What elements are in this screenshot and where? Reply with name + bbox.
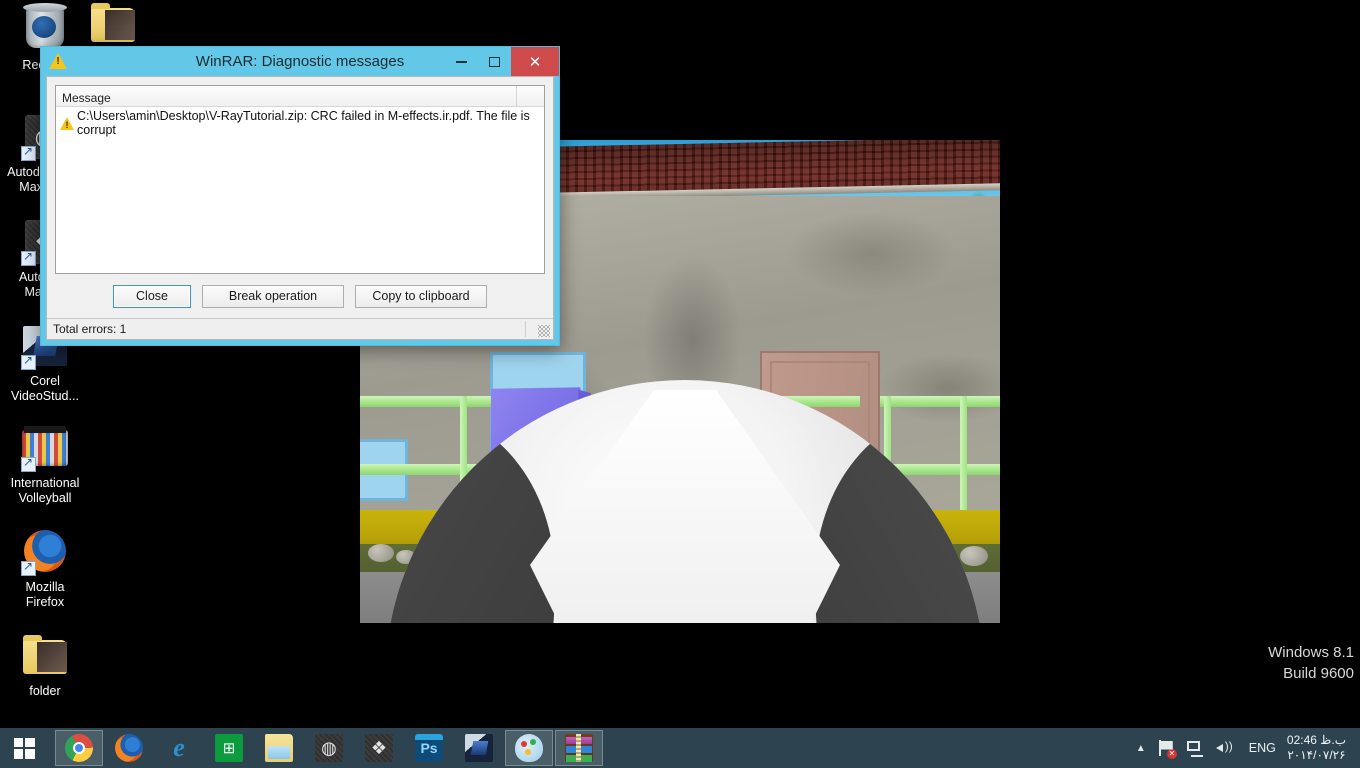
firefox-icon (115, 734, 143, 762)
taskbar-item-photoshop[interactable]: Ps (405, 730, 453, 766)
break-operation-button[interactable]: Break operation (202, 284, 344, 308)
volleyball-game-icon (21, 424, 69, 472)
folder-pictures-icon (89, 0, 137, 48)
folder-icon (265, 734, 293, 762)
status-separator (525, 321, 526, 337)
network-icon (1186, 740, 1204, 757)
watermark-line-2: Build 9600 (1283, 665, 1354, 682)
taskbar[interactable]: e ⊞ ◍ ❖ Ps ▲ ✕)) ENG 02:46 ب.ظ ۲۰۱۴/۰۷/… (0, 728, 1360, 768)
icon-label: Corel (30, 374, 60, 388)
ball-panel-white (530, 390, 840, 623)
close-button[interactable]: Close (113, 284, 191, 308)
dialog-titlebar[interactable]: WinRAR: Diagnostic messages ✕ (41, 47, 559, 76)
taskbar-item-file-explorer[interactable] (255, 730, 303, 766)
column-header-message[interactable]: Message (56, 86, 517, 106)
warning-triangle-icon (49, 52, 67, 71)
table-row[interactable]: C:\Users\amin\Desktop\V-RayTutorial.zip:… (56, 107, 544, 139)
shortcut-arrow-icon (21, 455, 36, 472)
photoshop-label: Ps (420, 740, 438, 756)
error-badge: ✕ (1166, 748, 1177, 759)
icon-label: Volleyball (18, 491, 72, 505)
language-indicator[interactable]: ENG (1240, 741, 1285, 755)
autodesk-max-icon: ◍ (315, 734, 343, 762)
watermark-line-1: Windows 8.1 (1268, 644, 1354, 661)
taskbar-app-list[interactable]: e ⊞ ◍ ❖ Ps (54, 728, 604, 768)
minimize-button[interactable] (445, 47, 478, 76)
autodesk-maya-icon: ❖ (365, 734, 393, 762)
taskbar-item-autodesk-maya[interactable]: ❖ (355, 730, 403, 766)
list-header: Message (56, 86, 544, 107)
taskbar-item-mozilla-firefox[interactable] (105, 730, 153, 766)
firefox-icon (21, 528, 69, 576)
winrar-diagnostic-messages-dialog[interactable]: WinRAR: Diagnostic messages ✕ Message C:… (40, 46, 560, 346)
folder-open-icon (21, 632, 69, 680)
corel-video-icon (465, 734, 493, 762)
shortcut-arrow-icon (21, 249, 36, 266)
desktop-icon-mozilla-firefox[interactable]: Mozilla Firefox (0, 528, 90, 610)
taskbar-item-windows-store[interactable]: ⊞ (205, 730, 253, 766)
taskbar-item-google-chrome[interactable] (55, 730, 103, 766)
taskbar-item-internet-explorer[interactable]: e (155, 730, 203, 766)
icon-label: VideoStud... (11, 389, 79, 403)
copy-to-clipboard-button[interactable]: Copy to clipboard (355, 284, 487, 308)
icon-label: Firefox (25, 595, 65, 609)
paint-palette-icon (515, 734, 543, 762)
warning-triangle-icon (60, 116, 74, 130)
clock-date: ۲۰۱۴/۰۷/۲۶ (1287, 748, 1346, 762)
icon-label: International (10, 476, 80, 490)
system-tray[interactable]: ▲ ✕ ENG 02:46 ب.ظ ۲۰۱۴/۰۷/۲۶ (1130, 728, 1360, 768)
shortcut-arrow-icon (21, 353, 36, 370)
desktop-icon-pictures-folder[interactable] (68, 0, 158, 52)
network-button[interactable] (1181, 728, 1210, 768)
railing-bar (880, 396, 1000, 407)
maximize-button[interactable] (478, 47, 511, 76)
start-button[interactable] (0, 728, 48, 768)
taskbar-item-corel-videostudio[interactable] (455, 730, 503, 766)
windows-watermark: Windows 8.1 Build 9600 (1268, 642, 1354, 684)
taskbar-item-winrar[interactable] (555, 730, 603, 766)
store-icon: ⊞ (215, 734, 243, 762)
ball-panel-dark (815, 410, 985, 623)
show-hidden-icons-button[interactable]: ▲ (1130, 728, 1152, 768)
ie-icon: e (173, 733, 185, 762)
volume-icon (1215, 739, 1234, 756)
clock[interactable]: 02:46 ب.ظ ۲۰۱۴/۰۷/۲۶ (1285, 733, 1354, 763)
message-text: C:\Users\amin\Desktop\V-RayTutorial.zip:… (77, 109, 530, 137)
status-text: Total errors: 1 (53, 322, 127, 336)
close-window-button[interactable]: ✕ (511, 47, 559, 76)
action-center-flag-icon: ✕ (1158, 739, 1177, 759)
window-controls[interactable]: ✕ (445, 47, 559, 76)
action-center-button[interactable]: ✕ (1152, 728, 1181, 768)
shortcut-arrow-icon (21, 559, 36, 576)
column-header-spacer[interactable] (517, 86, 544, 106)
dialog-body: Message C:\Users\amin\Desktop\V-RayTutor… (46, 76, 554, 340)
windows-logo-icon (13, 737, 35, 759)
clock-time: 02:46 ب.ظ (1286, 733, 1346, 747)
dialog-button-row: Close Break operation Copy to clipboard (47, 274, 553, 318)
taskbar-item-autodesk-3dsmax[interactable]: ◍ (305, 730, 353, 766)
taskbar-item-paint[interactable] (505, 730, 553, 766)
desktop-icon-international-volleyball[interactable]: International Volleyball (0, 424, 98, 506)
icon-label: folder (29, 684, 61, 698)
status-bar: Total errors: 1 (47, 318, 553, 339)
shortcut-arrow-icon (21, 144, 36, 161)
ball-panel-dark (385, 410, 555, 623)
winrar-books-icon (565, 734, 593, 762)
resize-grip[interactable] (538, 325, 550, 337)
desktop-icon-folder[interactable]: folder (0, 632, 90, 699)
volume-button[interactable] (1210, 728, 1240, 768)
message-list[interactable]: Message C:\Users\amin\Desktop\V-RayTutor… (55, 85, 545, 274)
chrome-icon (65, 734, 93, 762)
chevron-up-icon: ▲ (1135, 742, 1146, 754)
photoshop-icon: Ps (415, 734, 443, 762)
icon-label: Mozilla (25, 580, 65, 594)
